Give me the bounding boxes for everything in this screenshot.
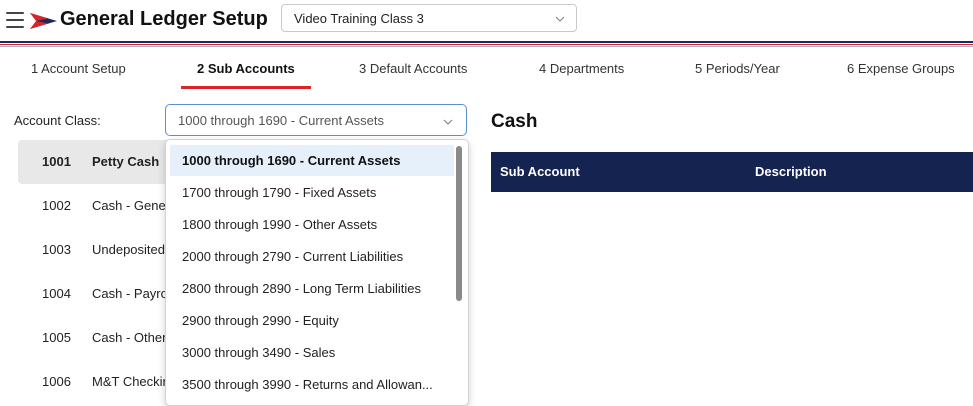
account-list-item[interactable]: 1003 Undeposited bbox=[18, 228, 178, 272]
account-list-item[interactable]: 1002 Cash - General bbox=[18, 184, 180, 228]
account-number: 1004 bbox=[42, 286, 71, 301]
account-number: 1002 bbox=[42, 198, 71, 213]
dropdown-scrollbar[interactable] bbox=[456, 146, 462, 301]
header-stripe-light bbox=[0, 46, 973, 47]
dropdown-option[interactable]: 1800 through 1990 - Other Assets bbox=[170, 209, 454, 240]
account-list-item[interactable]: 1006 M&T Checking bbox=[18, 360, 178, 404]
account-name: Cash - Payroll bbox=[92, 286, 174, 301]
dropdown-option[interactable]: 2000 through 2790 - Current Liabilities bbox=[170, 241, 454, 272]
account-class-value: 1000 through 1690 - Current Assets bbox=[178, 113, 384, 128]
detail-title: Cash bbox=[491, 111, 538, 132]
account-number: 1001 bbox=[42, 154, 71, 169]
chevron-down-icon bbox=[442, 115, 454, 133]
sub-account-grid-header: Sub Account Description bbox=[491, 152, 973, 192]
account-class-dropdown: 1000 through 1690 - Current Assets 1700 … bbox=[165, 139, 469, 406]
account-name: Petty Cash bbox=[92, 154, 160, 169]
tab-periods-year[interactable]: 5 Periods/Year bbox=[695, 61, 780, 76]
account-name: Cash - Other bbox=[92, 330, 167, 345]
dropdown-option-label: 3500 through 3990 - Returns and Allowan.… bbox=[182, 377, 433, 392]
tab-bar: 1 Account Setup 2 Sub Accounts 3 Default… bbox=[0, 52, 973, 90]
dropdown-option-label: 3000 through 3490 - Sales bbox=[182, 345, 336, 360]
account-list-item[interactable]: 1001 Petty Cash bbox=[18, 140, 178, 184]
account-class-select[interactable]: 1000 through 1690 - Current Assets bbox=[165, 104, 467, 136]
company-select[interactable]: Video Training Class 3 bbox=[281, 4, 577, 32]
account-number: 1006 bbox=[42, 374, 71, 389]
account-list-item[interactable]: 1005 Cash - Other bbox=[18, 316, 178, 360]
app-header: General Ledger Setup Video Training Clas… bbox=[0, 0, 973, 42]
dropdown-option[interactable]: 2900 through 2990 - Equity bbox=[170, 305, 454, 336]
dropdown-option-label: 2000 through 2790 - Current Liabilities bbox=[182, 249, 404, 264]
dropdown-option-label: 2900 through 2990 - Equity bbox=[182, 313, 339, 328]
tab-default-accounts[interactable]: 3 Default Accounts bbox=[359, 61, 467, 76]
account-list-item[interactable]: 1004 Cash - Payroll bbox=[18, 272, 178, 316]
header-stripe-navy bbox=[0, 41, 973, 43]
company-select-value: Video Training Class 3 bbox=[294, 11, 424, 26]
account-class-label: Account Class: bbox=[14, 113, 101, 128]
dropdown-option[interactable]: 2800 through 2890 - Long Term Liabilitie… bbox=[170, 273, 454, 304]
account-name: Undeposited bbox=[92, 242, 165, 257]
account-number: 1003 bbox=[42, 242, 71, 257]
account-list: 1001 Petty Cash 1002 Cash - General 1003… bbox=[18, 140, 180, 404]
dropdown-option-label: 1700 through 1790 - Fixed Assets bbox=[182, 185, 377, 200]
dropdown-option-label: 2800 through 2890 - Long Term Liabilitie… bbox=[182, 281, 421, 296]
column-header-description[interactable]: Description bbox=[755, 164, 827, 179]
tab-departments[interactable]: 4 Departments bbox=[539, 61, 624, 76]
dropdown-option[interactable]: 3500 through 3990 - Returns and Allowan.… bbox=[170, 369, 454, 400]
dropdown-option-label: 1000 through 1690 - Current Assets bbox=[182, 153, 401, 168]
hamburger-menu-icon[interactable] bbox=[6, 12, 24, 28]
dropdown-option-label: 1800 through 1990 - Other Assets bbox=[182, 217, 378, 232]
tab-sub-accounts[interactable]: 2 Sub Accounts bbox=[197, 61, 295, 76]
column-header-sub-account[interactable]: Sub Account bbox=[500, 164, 580, 179]
tab-expense-groups[interactable]: 6 Expense Groups bbox=[847, 61, 955, 76]
tab-account-setup[interactable]: 1 Account Setup bbox=[31, 61, 126, 76]
page-title: General Ledger Setup bbox=[60, 8, 268, 30]
dropdown-option[interactable]: 3000 through 3490 - Sales bbox=[170, 337, 454, 368]
account-number: 1005 bbox=[42, 330, 71, 345]
dropdown-option[interactable]: 1000 through 1690 - Current Assets bbox=[170, 145, 454, 176]
chevron-down-icon bbox=[554, 12, 566, 30]
active-tab-indicator bbox=[181, 86, 311, 89]
dropdown-option[interactable]: 1700 through 1790 - Fixed Assets bbox=[170, 177, 454, 208]
header-stripe-red bbox=[0, 44, 973, 45]
company-logo bbox=[30, 11, 58, 36]
